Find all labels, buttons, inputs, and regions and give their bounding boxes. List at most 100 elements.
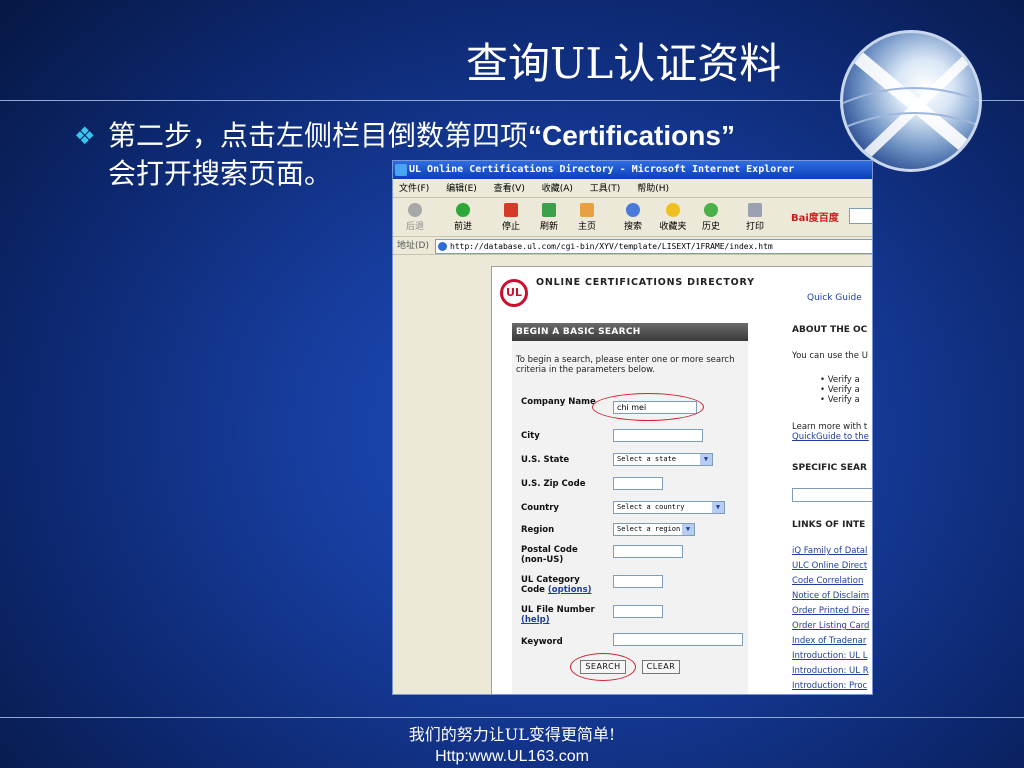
- country-value: Select a country: [617, 503, 685, 511]
- region-label: Region: [521, 525, 555, 535]
- bullet-item: • Verify a: [820, 395, 860, 405]
- link-item[interactable]: Code Correlation: [792, 576, 863, 586]
- baidu-logo: Bai度百度: [791, 213, 839, 224]
- browser-title-bar: UL Online Certifications Directory - Mic…: [393, 161, 872, 179]
- state-label: U.S. State: [521, 455, 570, 465]
- state-value: Select a state: [617, 455, 677, 463]
- search-button[interactable]: 搜索: [615, 203, 651, 235]
- slide-title: 查询UL认证资料: [466, 39, 782, 88]
- bullet-item: • Verify a: [820, 385, 860, 395]
- links-heading: LINKS OF INTE: [792, 520, 866, 530]
- bottom-divider: [0, 717, 1024, 718]
- keyword-input[interactable]: [613, 633, 743, 646]
- back-button[interactable]: 后退: [397, 203, 433, 235]
- panel-intro: To begin a search, please enter one or m…: [516, 355, 735, 375]
- region-select[interactable]: Select a region ▼: [613, 523, 695, 536]
- postal-code-input[interactable]: [613, 545, 683, 558]
- state-select[interactable]: Select a state ▼: [613, 453, 713, 466]
- specific-search-heading: SPECIFIC SEAR: [792, 463, 867, 473]
- ie-icon: [395, 164, 407, 176]
- address-bar: 地址(D) http://database.ul.com/cgi-bin/XYV…: [393, 238, 872, 255]
- home-button[interactable]: 主页: [569, 203, 605, 235]
- print-button[interactable]: 打印: [737, 203, 773, 235]
- link-item[interactable]: ULC Online Direct: [792, 561, 867, 571]
- back-icon: [408, 203, 422, 217]
- bullet-item-text: Verify a: [827, 395, 860, 405]
- postal-label: Postal Code (non-US): [521, 545, 578, 565]
- options-link[interactable]: (options): [548, 585, 592, 595]
- company-label: Company Name: [521, 397, 596, 407]
- link-item[interactable]: Introduction: UL L: [792, 651, 867, 661]
- favorites-button[interactable]: 收藏夹: [651, 203, 695, 235]
- highlight-ellipse: [592, 393, 704, 421]
- chevron-down-icon: ▼: [712, 502, 724, 513]
- clear-button[interactable]: CLEAR: [642, 660, 680, 674]
- baidu-search-input[interactable]: [849, 208, 872, 224]
- favorites-label: 收藏夹: [659, 222, 687, 232]
- search-icon: [626, 203, 640, 217]
- address-label: 地址(D): [397, 241, 429, 251]
- home-icon: [580, 203, 594, 217]
- link-item[interactable]: Order Listing Card: [792, 621, 869, 631]
- address-url: http://database.ul.com/cgi-bin/XYV/templ…: [450, 242, 773, 251]
- browser-screenshot: UL Online Certifications Directory - Mic…: [392, 160, 873, 695]
- bullet-text-cn: 第二步，点击左侧栏目倒数第四项: [108, 119, 529, 152]
- quickguide-link[interactable]: QuickGuide to the: [792, 432, 869, 442]
- menu-tools[interactable]: 工具(T): [590, 184, 621, 194]
- category-label: UL Category Code (options): [521, 575, 601, 595]
- star-icon: [666, 203, 680, 217]
- right-column: ABOUT THE OC You can use the U • Verify …: [792, 267, 872, 694]
- forward-button[interactable]: 前进: [445, 203, 481, 235]
- bullet-item-text: Verify a: [827, 385, 860, 395]
- globe-icon: [840, 30, 982, 172]
- link-item[interactable]: Index of Tradenar: [792, 636, 866, 646]
- address-input[interactable]: http://database.ul.com/cgi-bin/XYV/templ…: [435, 239, 872, 254]
- link-item[interactable]: iQ Family of Datal: [792, 546, 867, 556]
- help-link[interactable]: (help): [521, 615, 550, 625]
- directory-title: ONLINE CERTIFICATIONS DIRECTORY: [536, 277, 755, 288]
- file-number-label: UL File Number (help): [521, 605, 611, 625]
- refresh-icon: [542, 203, 556, 217]
- printer-icon: [748, 203, 762, 217]
- basic-search-panel: BEGIN A BASIC SEARCH To begin a search, …: [512, 323, 748, 694]
- country-label: Country: [521, 503, 559, 513]
- link-item[interactable]: Introduction: UL R: [792, 666, 869, 676]
- search-label: 搜索: [623, 222, 642, 232]
- home-label: 主页: [577, 222, 596, 232]
- history-icon: [704, 203, 718, 217]
- menu-help[interactable]: 帮助(H): [637, 184, 669, 194]
- bullet-text-line1: 第二步，点击左侧栏目倒数第四项“Certifications”: [108, 118, 735, 154]
- stop-icon: [504, 203, 518, 217]
- web-page: UL ONLINE CERTIFICATIONS DIRECTORY Quick…: [491, 266, 872, 694]
- panel-heading: BEGIN A BASIC SEARCH: [512, 323, 748, 341]
- forward-icon: [456, 203, 470, 217]
- learn-more-text: Learn more with t: [792, 422, 868, 432]
- footer-url: Http:www.UL163.com: [435, 748, 589, 765]
- specific-search-select[interactable]: Select a speci: [792, 488, 872, 502]
- about-heading: ABOUT THE OC: [792, 325, 868, 335]
- menu-file[interactable]: 文件(F): [399, 184, 429, 194]
- menu-view[interactable]: 查看(V): [494, 184, 525, 194]
- stop-label: 停止: [501, 222, 520, 232]
- about-text: You can use the U: [792, 351, 868, 361]
- chevron-down-icon: ▼: [700, 454, 712, 465]
- refresh-button[interactable]: 刷新: [531, 203, 567, 235]
- history-button[interactable]: 历史: [693, 203, 729, 235]
- menu-favorites[interactable]: 收藏(A): [542, 184, 573, 194]
- stop-button[interactable]: 停止: [493, 203, 529, 235]
- country-select[interactable]: Select a country ▼: [613, 501, 725, 514]
- menu-edit[interactable]: 编辑(E): [446, 184, 477, 194]
- bullet-text-en: “Certifications”: [528, 120, 735, 151]
- refresh-label: 刷新: [539, 222, 558, 232]
- chevron-down-icon: ▼: [682, 524, 694, 535]
- city-input[interactable]: [613, 429, 703, 442]
- link-item[interactable]: Order Printed Dire: [792, 606, 869, 616]
- window-title: UL Online Certifications Directory - Mic…: [409, 164, 795, 175]
- file-number-input[interactable]: [613, 605, 663, 618]
- file-label-text: UL File Number: [521, 605, 595, 615]
- zip-input[interactable]: [613, 477, 663, 490]
- link-item[interactable]: Introduction: Proc: [792, 681, 867, 691]
- zip-label: U.S. Zip Code: [521, 479, 586, 489]
- category-code-input[interactable]: [613, 575, 663, 588]
- link-item[interactable]: Notice of Disclaim: [792, 591, 869, 601]
